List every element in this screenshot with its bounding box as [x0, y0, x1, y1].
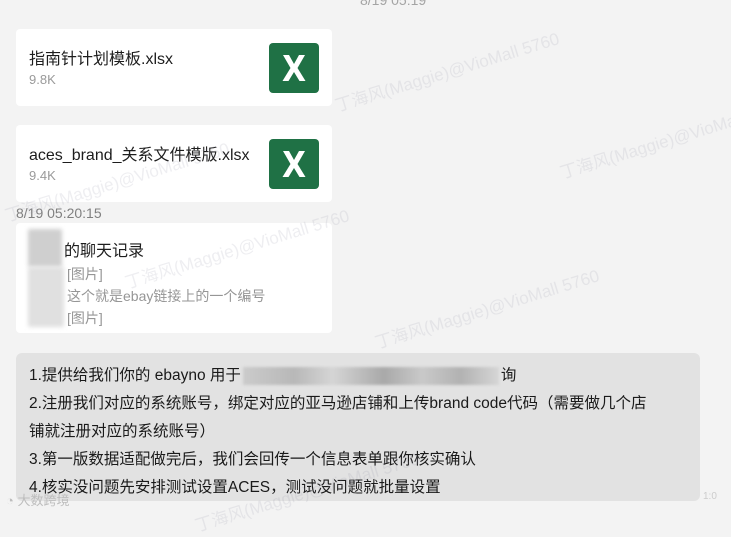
- brand-logo-icon: ◔: [6, 493, 14, 508]
- excel-x-glyph: [282, 151, 306, 177]
- redacted-text: [242, 366, 499, 385]
- message-bubble[interactable]: 1.提供给我们你的 ebayno 用于 询 2.注册我们对应的系统账号，绑定对应的…: [16, 353, 700, 501]
- chat-record-title: 的聊天记录: [64, 243, 145, 260]
- excel-icon: [269, 139, 319, 189]
- file-card-template[interactable]: 指南针计划模板.xlsx 9.8K: [16, 29, 332, 106]
- message-line-3: 3.第一版数据适配做完后，我们会回传一个信息表单跟你核实确认: [29, 451, 476, 468]
- message-timestamp: 8/19 05:20:15: [16, 205, 102, 221]
- message-line-1: 1.提供给我们你的 ebayno 用于 询: [29, 362, 687, 390]
- file-card-aces-brand[interactable]: aces_brand_关系文件模版.xlsx 9.4K: [16, 125, 332, 202]
- watermark: 丁海风(Maggie)@VioMall 5760: [372, 266, 602, 353]
- redacted-avatar-strip: [28, 267, 64, 327]
- message-line-2-continued: 铺就注册对应的系统账号）: [29, 423, 216, 440]
- footer-brand-text: 大数跨境: [17, 493, 70, 508]
- message-line-1-end: 询: [500, 367, 517, 384]
- chat-record-card[interactable]: 的聊天记录 [图片] 这个就是ebay链接上的一个编号 [图片]: [16, 223, 332, 333]
- file-name: aces_brand_关系文件模版.xlsx: [29, 147, 250, 164]
- footer-corner-text: 1:0: [703, 491, 717, 502]
- chat-record-line: [图片]: [67, 266, 103, 282]
- chat-record-line: [图片]: [67, 310, 103, 326]
- footer-brand: ◔ 大数跨境: [6, 490, 70, 509]
- file-name: 指南针计划模板.xlsx: [29, 51, 174, 68]
- file-size: 9.8K: [29, 72, 56, 87]
- excel-x-glyph: [282, 55, 306, 81]
- watermark: 丁海风(Maggie)@VioMall 5760: [332, 29, 562, 116]
- message-line-1-start: 1.提供给我们你的 ebayno 用于: [29, 367, 241, 384]
- message-line-4: 4.核实没问题先安排测试设置ACES，测试没问题就批量设置: [29, 479, 441, 496]
- message-line-2: 2.注册我们对应的系统账号，绑定对应的亚马逊店铺和上传brand code代码（…: [29, 395, 647, 412]
- file-size: 9.4K: [29, 168, 56, 183]
- redacted-name-block: [28, 229, 62, 267]
- excel-icon: [269, 43, 319, 93]
- chat-record-line: 这个就是ebay链接上的一个编号: [67, 288, 266, 304]
- watermark: 丁海风(Maggie)@VioMall 5760: [557, 96, 731, 183]
- top-timestamp: 8/19 05:19: [360, 0, 427, 8]
